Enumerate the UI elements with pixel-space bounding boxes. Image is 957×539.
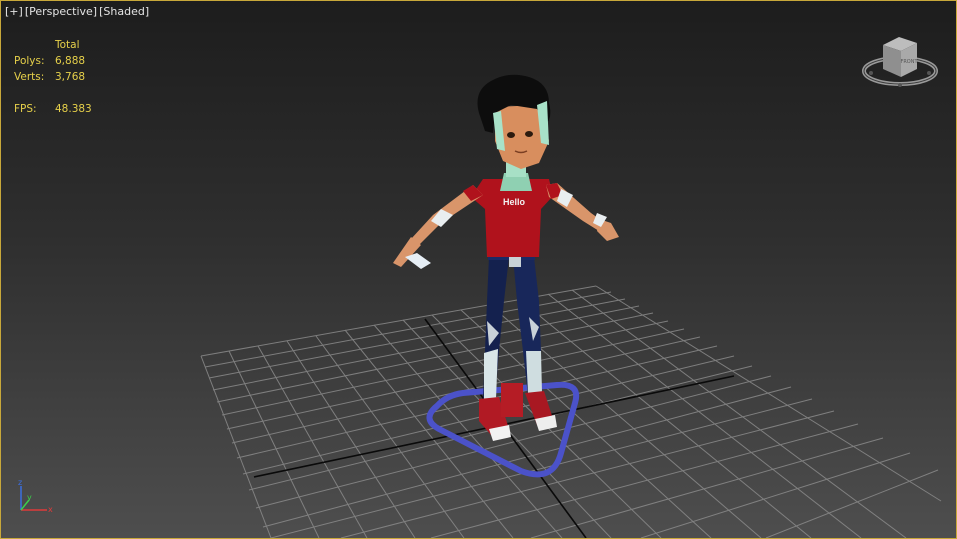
- viewcube-face-label: FRONT: [900, 59, 918, 65]
- character-model[interactable]: Hello: [393, 74, 619, 441]
- axis-y-label: y: [27, 493, 32, 502]
- viewport-statistics: Total Polys: 6,888 Verts: 3,768 FPS: 48.383: [14, 37, 92, 117]
- axis-tripod: z y x: [18, 478, 53, 514]
- perspective-viewport[interactable]: Hello [+] [Perspective] [Shaded] Total P…: [0, 0, 957, 539]
- stats-header: Total: [55, 39, 80, 51]
- axis-z-label: z: [18, 478, 22, 487]
- viewport-menu-plus[interactable]: [+]: [5, 5, 23, 18]
- viewport-label-menu: [+] [Perspective] [Shaded]: [5, 5, 149, 18]
- polys-value: 6,888: [55, 55, 86, 67]
- verts-value: 3,768: [55, 71, 86, 83]
- verts-label: Verts:: [14, 71, 45, 83]
- viewport-point-of-view-label[interactable]: [Perspective]: [25, 5, 97, 18]
- fps-label: FPS:: [14, 103, 37, 115]
- viewcube[interactable]: FRONT: [859, 33, 941, 93]
- shirt-print: Hello: [503, 197, 526, 207]
- axis-x-label: x: [48, 505, 53, 514]
- fps-value: 48.383: [55, 103, 92, 115]
- scene-3d[interactable]: Hello: [1, 1, 956, 538]
- polys-label: Polys:: [14, 55, 45, 67]
- viewport-shading-label[interactable]: [Shaded]: [99, 5, 149, 18]
